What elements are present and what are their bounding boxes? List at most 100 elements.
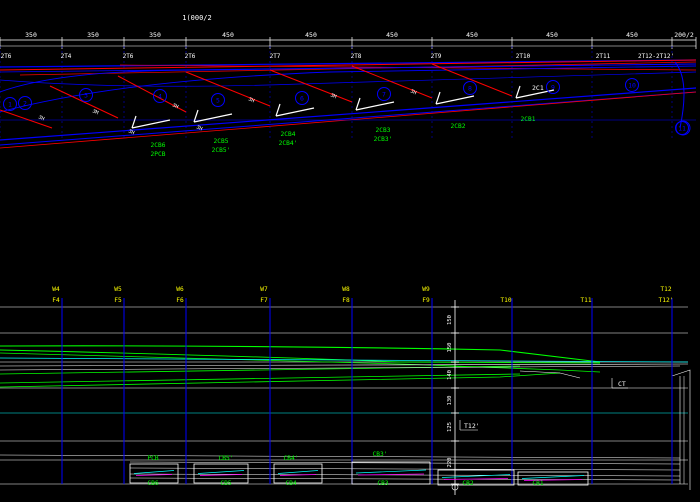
axis-label-bottom: F5 [114, 297, 122, 304]
segment-bottom-label: CB1 [532, 480, 543, 487]
bottom-axis-lines: W4 F4 W5 F5 W6 F6 W7 F7 W8 F8 W9 F9 T10 T11 T12 T12' [52, 286, 673, 484]
slope-label: 3H [171, 102, 179, 110]
dimension-value: 450 [305, 31, 317, 39]
diagonal-brace [0, 109, 53, 129]
segment-top-label: CB4' [284, 455, 299, 462]
panel-number-circle: 7 [377, 87, 391, 101]
top-geometry [0, 39, 697, 149]
vertical-dim-value: 220 [447, 458, 453, 468]
dimension-value: 450 [546, 31, 558, 39]
t12p-callout: T12' [459, 420, 480, 431]
bottom-geometry [0, 306, 691, 490]
segment-bottom-label: CB5 [220, 480, 231, 487]
segment-magenta-line [199, 474, 243, 476]
top-grid-label: 2T8 [351, 53, 362, 60]
segment-chord-line [197, 470, 245, 474]
svg-text:11: 11 [678, 125, 686, 133]
panel-number-circle: 8 [463, 81, 477, 95]
top-grid-label: 2T10 [516, 53, 531, 60]
segment-bottom-label: CB4 [285, 480, 296, 487]
dimension-value: 450 [386, 31, 398, 39]
svg-text:5: 5 [216, 97, 220, 105]
panel-number-circle: 11 [675, 121, 689, 135]
slope-label: 3M [91, 108, 99, 116]
diagonal-brace [185, 71, 271, 107]
panel-number-circle: 1 [3, 97, 17, 111]
dimension-value: 450 [222, 31, 234, 39]
label-t12p: T12' [464, 422, 480, 430]
axis-label-bottom: F7 [260, 297, 268, 304]
segment-chord-line [521, 475, 585, 479]
label-2c1: 2C1 [532, 84, 544, 92]
axis-label-top: W5 [114, 286, 122, 293]
axis-label-top: W6 [176, 286, 184, 293]
segment-magenta-line [135, 474, 173, 476]
axis-label-bottom: F6 [176, 297, 184, 304]
axis-label-top: W8 [342, 286, 350, 293]
svg-text:2: 2 [23, 100, 27, 108]
brace-triangle [275, 103, 315, 117]
axis-label-bottom: T12' [659, 297, 674, 304]
top-grid-label: 2T7 [270, 53, 281, 60]
vertical-dim-value: 130 [447, 396, 453, 406]
axis-label-bottom: T10 [500, 297, 511, 304]
dimension-value: 350 [25, 31, 37, 39]
svg-text:9: 9 [551, 84, 555, 92]
axis-label-top: W9 [422, 286, 430, 293]
brace-label: 2CB5' [212, 147, 231, 154]
slope-label: 3H [247, 96, 255, 104]
axis-label-top: W4 [52, 286, 60, 293]
dimension-value: 350 [149, 31, 161, 39]
top-grid-label: 2T9 [431, 53, 442, 60]
top-grid-label: 2T12-2T12' [638, 53, 674, 60]
dimension-value: 350 [87, 31, 99, 39]
diagonal-brace [269, 69, 353, 103]
panel-number-circle: 2 [18, 96, 32, 110]
top-grid-label: 2T11 [596, 53, 611, 60]
panel-number-circle: 5 [211, 93, 225, 107]
svg-text:3: 3 [84, 92, 88, 100]
top-title: 1(000/2 [182, 14, 212, 22]
label-ct: CT [618, 380, 626, 388]
brace-label: 2CB4 [281, 131, 296, 138]
svg-text:6: 6 [300, 95, 304, 103]
brace-label: 2CB3 [376, 127, 391, 134]
top-grid-label: 2T6 [123, 53, 134, 60]
ct-callout: CT [611, 378, 628, 389]
svg-text:10: 10 [628, 82, 636, 90]
panel-number-circle: 9 [546, 80, 560, 94]
vertical-dim-value: 125 [447, 422, 453, 432]
axis-label-bottom: T11 [580, 297, 591, 304]
bottom-vertical-dims: 150 150 140 130 125 220 [447, 300, 459, 495]
segment-chord-line [355, 469, 427, 474]
axis-label-bottom: F4 [52, 297, 60, 304]
top-grid-label: 2T6 [1, 53, 12, 60]
brace-label: 2CB6 [151, 142, 166, 149]
top-grid-label: 2T4 [61, 53, 72, 60]
bottom-elevation: W4 F4 W5 F5 W6 F6 W7 F7 W8 F8 W9 F9 T10 T11 T12 T12' 15… [0, 286, 691, 495]
segment-bottom-label: CB6 [147, 480, 158, 487]
axis-label-bottom: F9 [422, 297, 430, 304]
top-grid-labels: 2T6 2T4 2T6 2T6 2T7 2T8 2T9 2T10 2T11 2T12-2T12' [0, 46, 674, 140]
dimension-value: 450 [466, 31, 478, 39]
axis-label-bottom: F8 [342, 297, 350, 304]
axis-label-top: T12 [660, 286, 671, 293]
panel-number-circle: 6 [295, 91, 309, 105]
top-plan: 1(000/2 350 350 350 450 450 450 450 450 450 200/ [0, 14, 697, 158]
segment-bottom-label: CB3 [377, 480, 388, 487]
vertical-dim-value: 150 [447, 343, 453, 353]
dimension-value: 200/2 [674, 31, 694, 39]
svg-text:1: 1 [8, 101, 12, 109]
cad-drawing: 1(000/2 350 350 350 450 450 450 450 450 450 200/ [0, 14, 697, 495]
brace-triangle [355, 97, 395, 111]
brace-label: 2CB2 [451, 123, 466, 130]
svg-text:8: 8 [468, 85, 472, 93]
segment-chord-line [133, 470, 175, 474]
top-brace-labels: 2CB6 2PCB 2CB5 2CB5' 2CB4 2CB4' 2CB3 2CB3' 2CB2 2… [151, 116, 536, 158]
panel-number-circle: 10 [625, 78, 639, 92]
brace-label: 2CB4' [279, 140, 298, 147]
segment-top-label: CB5' [219, 455, 234, 462]
slope-label: 3H [37, 114, 45, 122]
brace-label: 2CB3' [374, 136, 393, 143]
brace-label: 2PCB [151, 151, 166, 158]
